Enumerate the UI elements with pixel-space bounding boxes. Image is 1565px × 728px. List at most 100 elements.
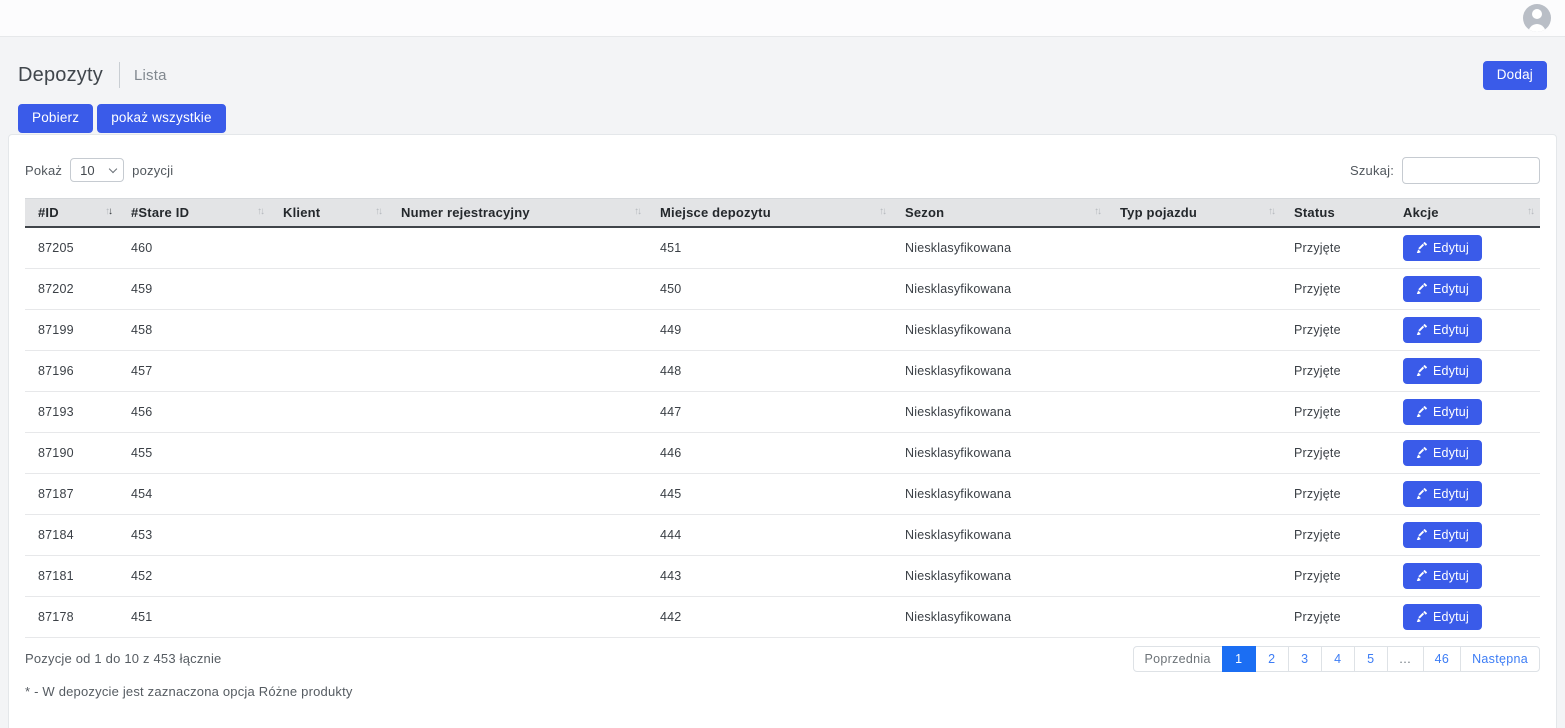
cell-typ-pojazdu — [1107, 268, 1281, 309]
cell-id: 87196 — [25, 350, 118, 391]
table-row: 87187 454 445 Niesklasyfikowana Przyjęte… — [25, 473, 1540, 514]
edit-button[interactable]: Edytuj — [1403, 358, 1482, 384]
edit-button[interactable]: Edytuj — [1403, 235, 1482, 261]
pagination-item-label: 3 — [1301, 652, 1308, 666]
cell-typ-pojazdu — [1107, 555, 1281, 596]
page-content: Depozyty Lista Dodaj Pobierz pokaż wszys… — [0, 61, 1565, 728]
column-header-label: Status — [1294, 205, 1335, 220]
column-header[interactable]: Numer rejestracyjny ↑↓ — [388, 198, 647, 227]
column-header[interactable]: Akcje ↑↓ — [1390, 198, 1540, 227]
cell-akcje: Edytuj — [1390, 555, 1540, 596]
edit-button[interactable]: Edytuj — [1403, 317, 1482, 343]
cell-typ-pojazdu — [1107, 432, 1281, 473]
cell-numer-rejestracyjny — [388, 473, 647, 514]
edit-button[interactable]: Edytuj — [1403, 481, 1482, 507]
column-header[interactable]: #ID ↑↓ — [25, 198, 118, 227]
cell-status: Przyjęte — [1281, 309, 1390, 350]
cell-status: Przyjęte — [1281, 514, 1390, 555]
table-controls: Pokaż 10 pozycji Szukaj: — [25, 157, 1540, 184]
table-row: 87190 455 446 Niesklasyfikowana Przyjęte… — [25, 432, 1540, 473]
column-header[interactable]: Typ pojazdu ↑↓ — [1107, 198, 1281, 227]
cell-numer-rejestracyjny — [388, 309, 647, 350]
edit-button[interactable]: Edytuj — [1403, 604, 1482, 630]
search-input[interactable] — [1402, 157, 1540, 184]
cell-akcje: Edytuj — [1390, 350, 1540, 391]
cell-numer-rejestracyjny — [388, 227, 647, 269]
sort-icon: ↑↓ — [879, 206, 885, 217]
pencil-icon — [1416, 611, 1427, 622]
add-button[interactable]: Dodaj — [1483, 61, 1547, 90]
cell-miejsce-depozytu: 448 — [647, 350, 892, 391]
cell-akcje: Edytuj — [1390, 596, 1540, 637]
cell-numer-rejestracyjny — [388, 432, 647, 473]
cell-id: 87184 — [25, 514, 118, 555]
pagination-item[interactable]: Poprzednia — [1133, 646, 1223, 672]
cell-status: Przyjęte — [1281, 555, 1390, 596]
cell-klient — [270, 596, 388, 637]
pagination-item[interactable]: 2 — [1255, 646, 1289, 672]
column-header-label: #ID — [38, 205, 59, 220]
column-header[interactable]: #Stare ID ↑↓ — [118, 198, 270, 227]
edit-button-label: Edytuj — [1433, 610, 1469, 624]
pagination-item[interactable]: … — [1387, 646, 1424, 672]
user-avatar-icon[interactable] — [1523, 4, 1551, 32]
cell-stare-id: 451 — [118, 596, 270, 637]
column-header[interactable]: Status ↑↓ — [1281, 198, 1390, 227]
pagination-item[interactable]: 4 — [1321, 646, 1355, 672]
cell-miejsce-depozytu: 446 — [647, 432, 892, 473]
table-footer: Pozycje od 1 do 10 z 453 łącznie Poprzed… — [25, 646, 1540, 672]
column-header-label: #Stare ID — [131, 205, 189, 220]
pencil-icon — [1416, 488, 1427, 499]
cell-id: 87187 — [25, 473, 118, 514]
pencil-icon — [1416, 447, 1427, 458]
column-header[interactable]: Klient ↑↓ — [270, 198, 388, 227]
show-all-button[interactable]: pokaż wszystkie — [97, 104, 226, 133]
cell-typ-pojazdu — [1107, 473, 1281, 514]
cell-akcje: Edytuj — [1390, 391, 1540, 432]
cell-sezon: Niesklasyfikowana — [892, 596, 1107, 637]
cell-status: Przyjęte — [1281, 227, 1390, 269]
download-button[interactable]: Pobierz — [18, 104, 93, 133]
edit-button[interactable]: Edytuj — [1403, 440, 1482, 466]
cell-numer-rejestracyjny — [388, 596, 647, 637]
edit-button[interactable]: Edytuj — [1403, 399, 1482, 425]
pagination-item-label: … — [1399, 652, 1412, 666]
cell-akcje: Edytuj — [1390, 473, 1540, 514]
cell-miejsce-depozytu: 451 — [647, 227, 892, 269]
cell-klient — [270, 432, 388, 473]
sort-icon: ↑↓ — [1094, 206, 1100, 217]
cell-typ-pojazdu — [1107, 309, 1281, 350]
page-size-select[interactable]: 10 — [70, 158, 124, 182]
pagination-item[interactable]: 46 — [1423, 646, 1462, 672]
pencil-icon — [1416, 406, 1427, 417]
pagination-item[interactable]: 3 — [1288, 646, 1322, 672]
column-header[interactable]: Miejsce depozytu ↑↓ — [647, 198, 892, 227]
pagination-item[interactable]: 1 — [1222, 646, 1256, 672]
cell-id: 87205 — [25, 227, 118, 269]
edit-button-label: Edytuj — [1433, 446, 1469, 460]
title-divider — [119, 62, 120, 88]
deposits-table: #ID ↑↓ #Stare ID ↑↓ Klient ↑↓ Numer reje… — [25, 198, 1540, 638]
pagination-item[interactable]: 5 — [1354, 646, 1388, 672]
table-row: 87196 457 448 Niesklasyfikowana Przyjęte… — [25, 350, 1540, 391]
edit-button[interactable]: Edytuj — [1403, 522, 1482, 548]
sort-icon: ↑↓ — [1268, 206, 1274, 217]
column-header-label: Akcje — [1403, 205, 1439, 220]
cell-akcje: Edytuj — [1390, 227, 1540, 269]
pagination-item[interactable]: Następna — [1460, 646, 1540, 672]
page-title: Depozyty — [18, 64, 103, 87]
cell-miejsce-depozytu: 450 — [647, 268, 892, 309]
column-header[interactable]: Sezon ↑↓ — [892, 198, 1107, 227]
edit-button[interactable]: Edytuj — [1403, 276, 1482, 302]
edit-button-label: Edytuj — [1433, 282, 1469, 296]
cell-akcje: Edytuj — [1390, 309, 1540, 350]
cell-klient — [270, 350, 388, 391]
cell-akcje: Edytuj — [1390, 432, 1540, 473]
edit-button-label: Edytuj — [1433, 364, 1469, 378]
table-card: Pokaż 10 pozycji Szukaj: #ID — [8, 134, 1557, 728]
edit-button-label: Edytuj — [1433, 528, 1469, 542]
table-row: 87184 453 444 Niesklasyfikowana Przyjęte… — [25, 514, 1540, 555]
cell-sezon: Niesklasyfikowana — [892, 432, 1107, 473]
edit-button[interactable]: Edytuj — [1403, 563, 1482, 589]
edit-button-label: Edytuj — [1433, 405, 1469, 419]
